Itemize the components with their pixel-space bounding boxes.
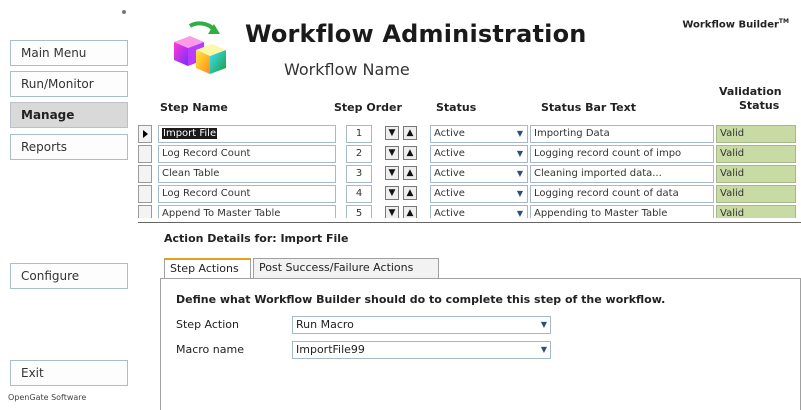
step-order-cell[interactable]: 2: [346, 145, 372, 163]
table-row[interactable]: Import File 1 ▼ ▲ Active ▼ Importing Dat…: [138, 125, 798, 145]
macro-name-select[interactable]: ImportFile99 ▼: [292, 341, 551, 359]
header-step-order: Step Order: [334, 101, 402, 114]
sidebar: Main Menu Run/Monitor Manage Reports Con…: [0, 0, 140, 410]
step-action-value: Run Macro: [296, 318, 354, 331]
section-divider: [138, 222, 801, 223]
status-bar-text-cell[interactable]: Appending to Master Table: [530, 205, 714, 218]
panel-description: Define what Workflow Builder should do t…: [176, 293, 666, 306]
table-row[interactable]: Clean Table 3 ▼ ▲ Active ▼ Cleaning impo…: [138, 165, 798, 185]
step-action-select[interactable]: Run Macro ▼: [292, 316, 551, 334]
dropdown-arrow-icon[interactable]: ▼: [514, 205, 526, 218]
exit-button[interactable]: Exit: [10, 360, 128, 386]
step-order-cell[interactable]: 3: [346, 165, 372, 183]
table-row[interactable]: Log Record Count 2 ▼ ▲ Active ▼ Logging …: [138, 145, 798, 165]
move-down-icon[interactable]: ▼: [385, 126, 399, 140]
validation-status-cell: Valid: [716, 125, 796, 143]
step-name-text: Import File: [162, 128, 218, 139]
validation-status-cell: Valid: [716, 185, 796, 203]
validation-status-cell: Valid: [716, 145, 796, 163]
status-bar-text-cell[interactable]: Cleaning imported data...: [530, 165, 714, 183]
step-name-cell[interactable]: Append To Master Table: [158, 205, 336, 218]
move-up-icon[interactable]: ▲: [403, 166, 417, 180]
step-order-cell[interactable]: 5: [346, 205, 372, 218]
header-validation: Validation: [719, 85, 782, 98]
dropdown-arrow-icon[interactable]: ▼: [514, 125, 526, 143]
step-name-cell[interactable]: Import File: [158, 125, 336, 143]
row-selector[interactable]: [138, 205, 152, 218]
step-name-cell[interactable]: Log Record Count: [158, 185, 336, 203]
configure-button[interactable]: Configure: [10, 263, 128, 289]
page-title: Workflow Administration: [245, 20, 587, 48]
dropdown-arrow-icon[interactable]: ▼: [514, 145, 526, 163]
action-details-title: Action Details for: Import File: [164, 232, 349, 245]
trademark: TM: [778, 18, 789, 25]
reports-button[interactable]: Reports: [10, 134, 128, 160]
sidebar-dot: [122, 10, 126, 14]
validation-status-cell: Valid: [716, 205, 796, 218]
dropdown-arrow-icon[interactable]: ▼: [514, 165, 526, 183]
table-row[interactable]: Append To Master Table 5 ▼ ▲ Active ▼ Ap…: [138, 205, 798, 218]
step-name-cell[interactable]: Log Record Count: [158, 145, 336, 163]
status-bar-text-cell[interactable]: Importing Data: [530, 125, 714, 143]
move-down-icon[interactable]: ▼: [385, 186, 399, 200]
steps-grid: Import File 1 ▼ ▲ Active ▼ Importing Dat…: [138, 122, 798, 218]
table-row[interactable]: Log Record Count 4 ▼ ▲ Active ▼ Logging …: [138, 185, 798, 205]
current-row-icon[interactable]: [138, 125, 152, 143]
validation-status-cell: Valid: [716, 165, 796, 183]
row-selector[interactable]: [138, 145, 152, 163]
move-down-icon[interactable]: ▼: [385, 166, 399, 180]
move-up-icon[interactable]: ▲: [403, 146, 417, 160]
macro-name-value: ImportFile99: [296, 343, 365, 356]
status-bar-text-cell[interactable]: Logging record count of impo: [530, 145, 714, 163]
brand-text: Workflow Builder: [682, 19, 779, 31]
macro-name-label: Macro name: [176, 343, 244, 356]
move-up-icon[interactable]: ▲: [403, 206, 417, 218]
header-validation-status: Status: [739, 99, 780, 112]
manage-button[interactable]: Manage: [10, 102, 128, 128]
step-order-cell[interactable]: 1: [346, 125, 372, 143]
step-order-cell[interactable]: 4: [346, 185, 372, 203]
dropdown-arrow-icon[interactable]: ▼: [538, 316, 550, 334]
move-down-icon[interactable]: ▼: [385, 146, 399, 160]
main-menu-button[interactable]: Main Menu: [10, 40, 128, 66]
brand-label: Workflow BuilderTM: [682, 18, 789, 30]
header-status: Status: [436, 101, 477, 114]
move-down-icon[interactable]: ▼: [385, 206, 399, 218]
dropdown-arrow-icon[interactable]: ▼: [514, 185, 526, 203]
row-selector[interactable]: [138, 165, 152, 183]
step-name-cell[interactable]: Clean Table: [158, 165, 336, 183]
row-selector[interactable]: [138, 185, 152, 203]
workflow-name-subtitle: Workflow Name: [284, 60, 410, 79]
workflow-cubes-icon: [174, 21, 226, 74]
header-status-bar-text: Status Bar Text: [541, 101, 636, 114]
status-bar-text-cell[interactable]: Logging record count of data: [530, 185, 714, 203]
dropdown-arrow-icon[interactable]: ▼: [538, 341, 550, 359]
tab-step-actions[interactable]: Step Actions: [164, 258, 251, 278]
move-up-icon[interactable]: ▲: [403, 126, 417, 140]
move-up-icon[interactable]: ▲: [403, 186, 417, 200]
header-step-name: Step Name: [160, 101, 228, 114]
company-name: OpenGate Software: [8, 393, 87, 402]
step-action-label: Step Action: [176, 318, 239, 331]
tab-post-success-failure-actions[interactable]: Post Success/Failure Actions: [253, 258, 439, 278]
run-monitor-button[interactable]: Run/Monitor: [10, 71, 128, 97]
